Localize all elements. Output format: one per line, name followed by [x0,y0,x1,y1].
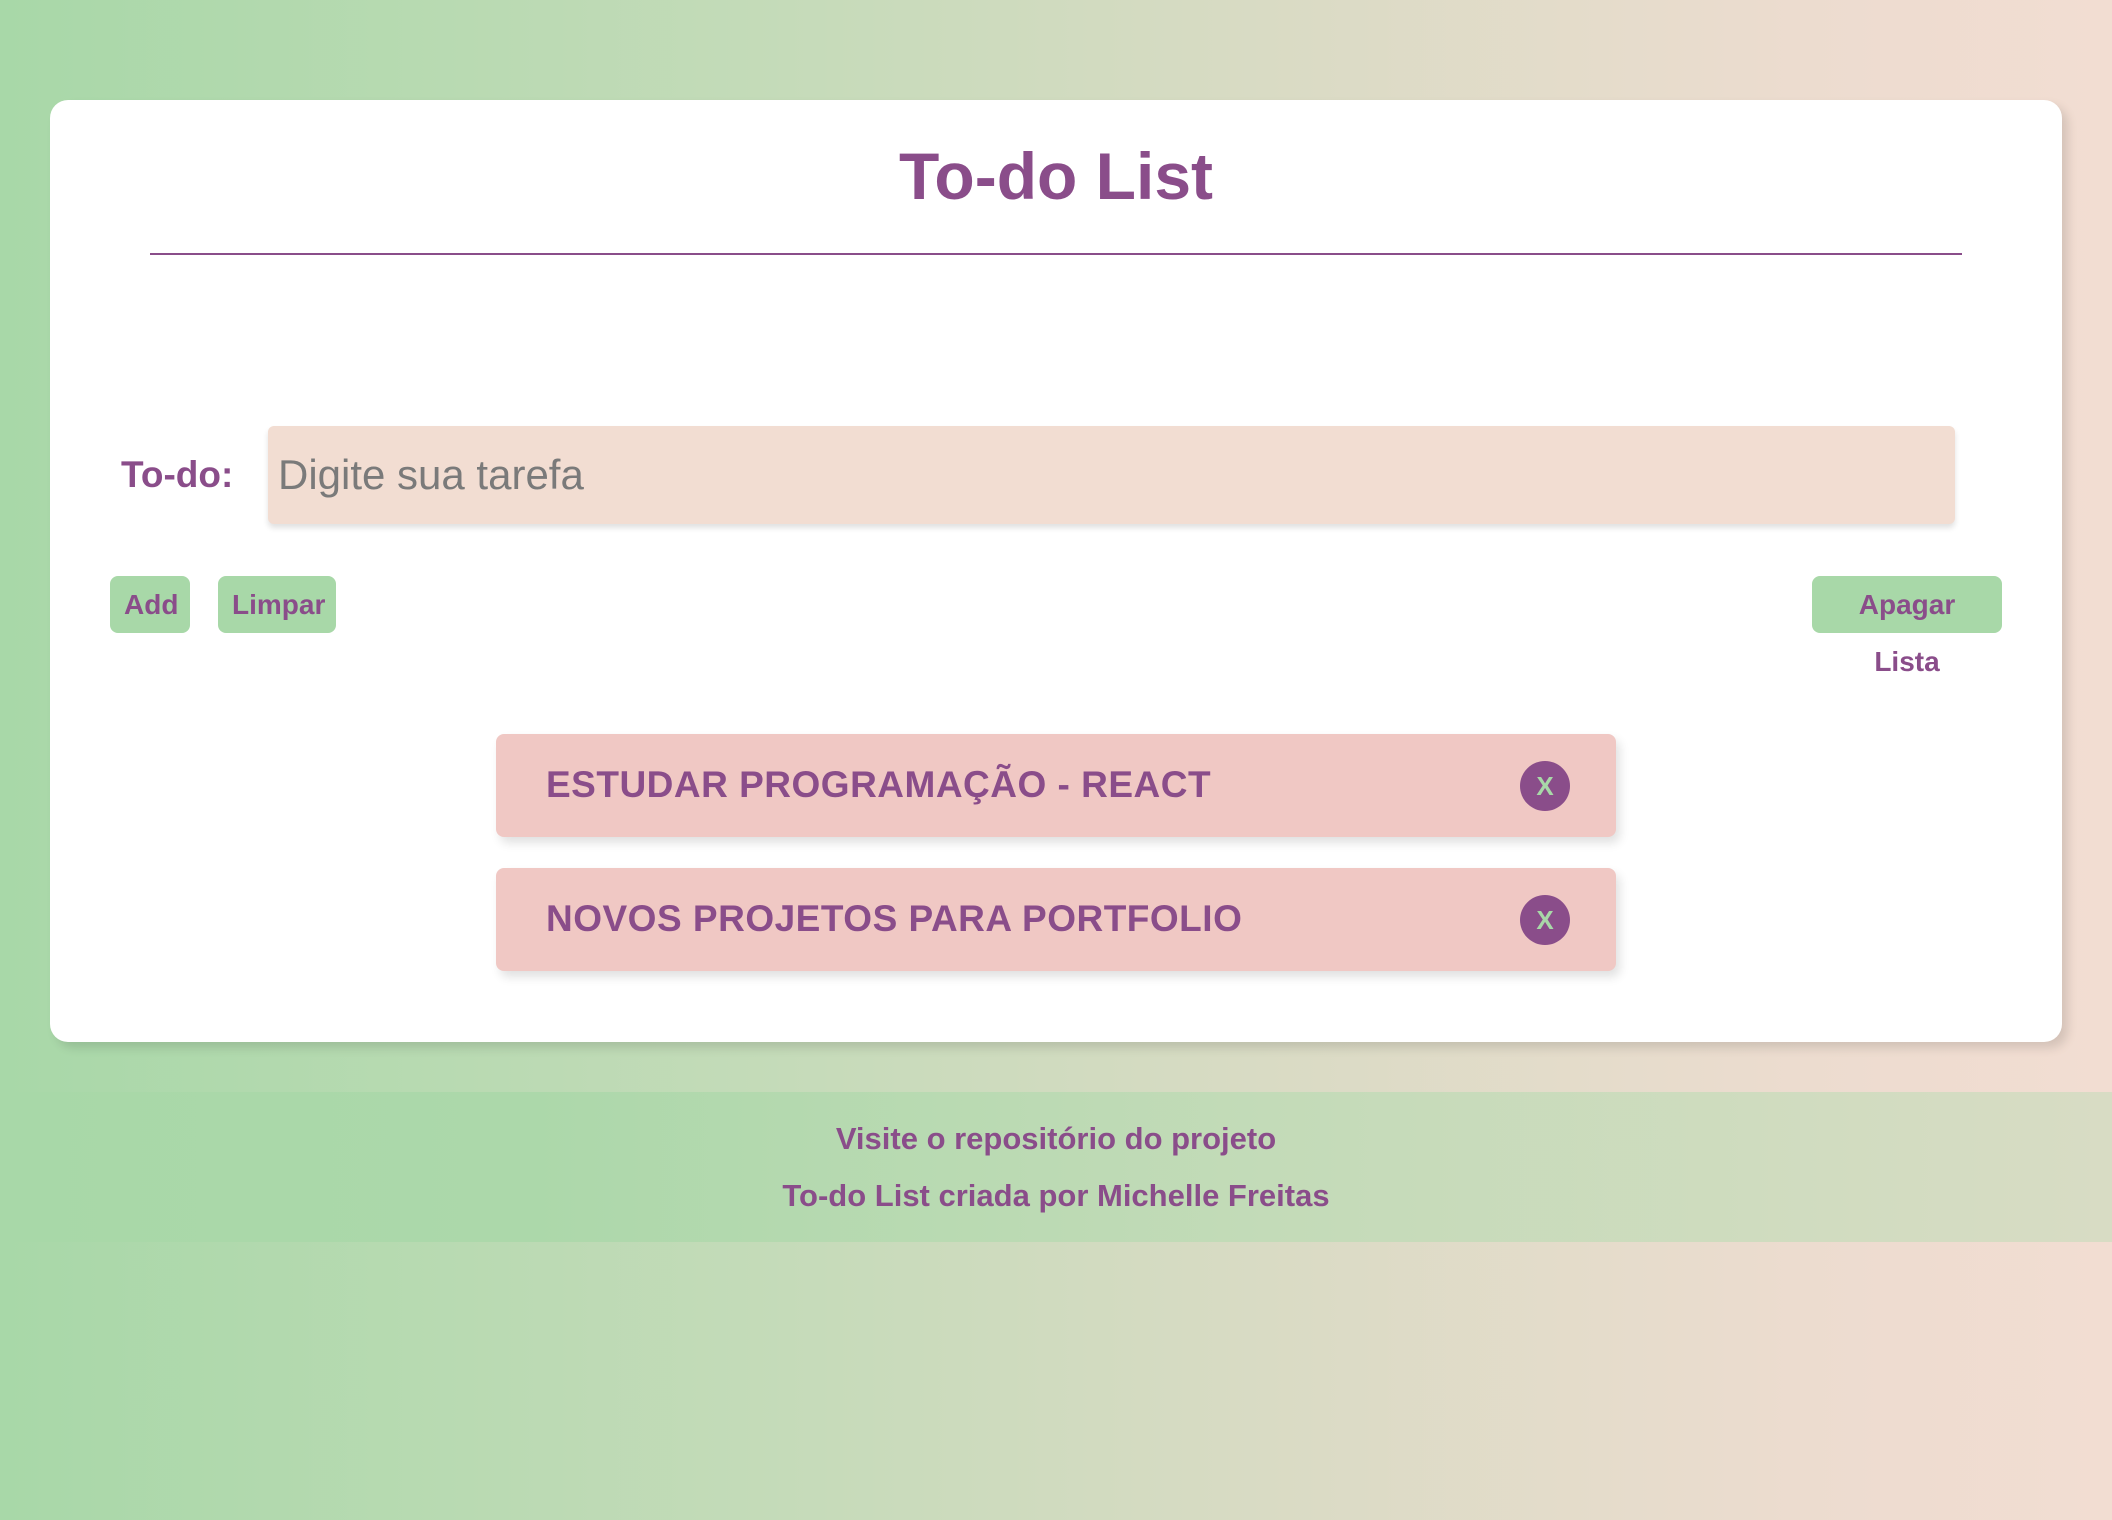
task-item: NOVOS PROJETOS PARA PORTFOLIO X [496,868,1616,971]
add-button[interactable]: Add [110,576,190,633]
task-text: NOVOS PROJETOS PARA PORTFOLIO [546,898,1243,939]
todo-input[interactable] [268,426,1955,524]
task-text: ESTUDAR PROGRAMAÇÃO - REACT [546,764,1212,805]
repository-link[interactable]: Visite o repositório do projeto [0,1119,2112,1159]
clear-button[interactable]: Limpar [218,576,336,633]
footer: Visite o repositório do projeto To-do Li… [0,1092,2112,1242]
footer-credit: To-do List criada por Michelle Freitas [782,1178,1330,1213]
remove-task-button[interactable]: X [1520,761,1570,811]
title-divider [150,253,1962,255]
todo-label: To-do: [121,454,234,495]
task-item: ESTUDAR PROGRAMAÇÃO - REACT X [496,734,1616,837]
delete-list-button[interactable]: Apagar Lista [1812,576,2002,677]
page-title: To-do List [898,139,1213,213]
remove-task-button[interactable]: X [1520,895,1570,945]
